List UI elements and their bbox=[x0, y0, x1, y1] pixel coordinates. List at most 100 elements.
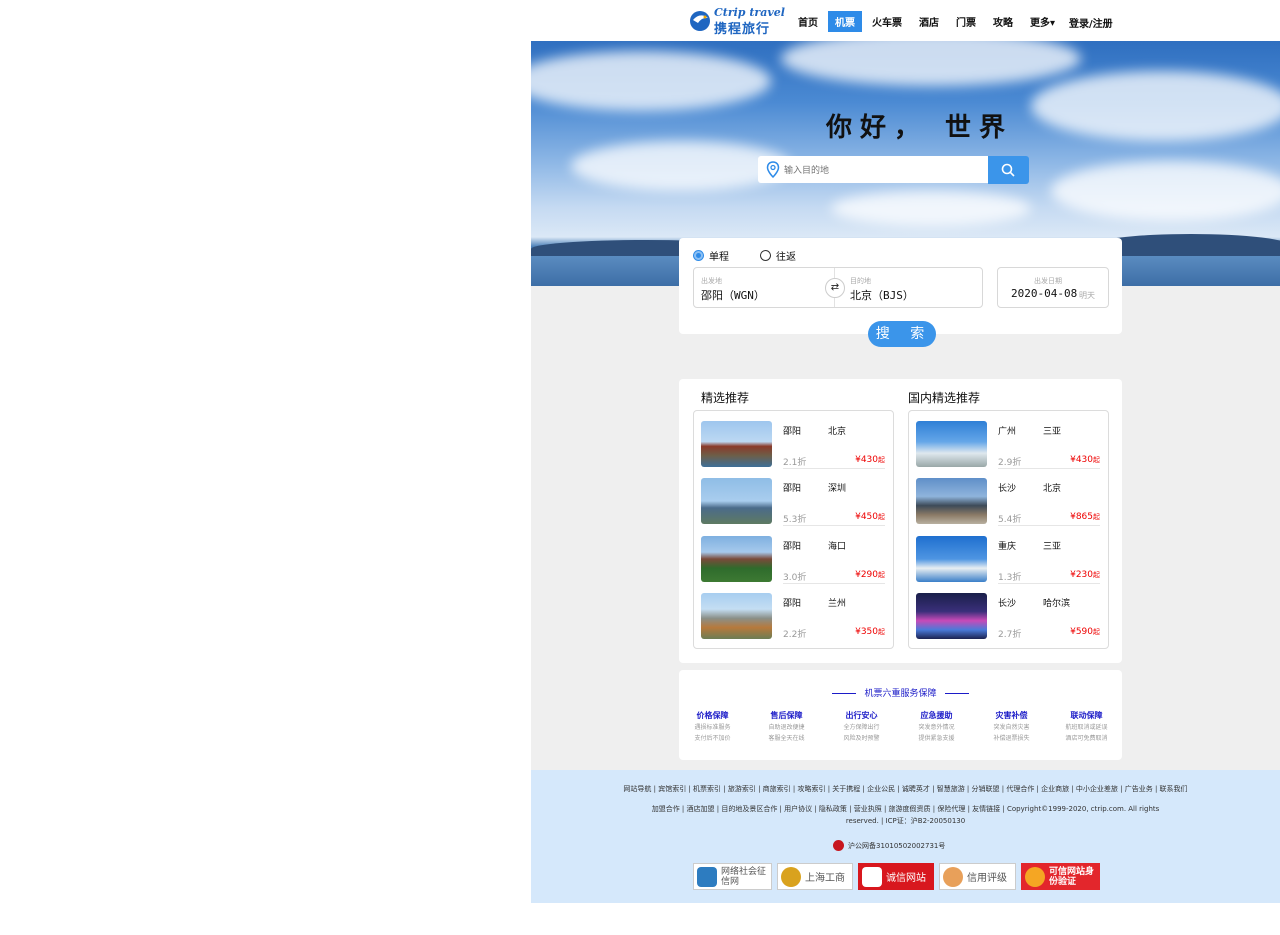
price-suffix: 起 bbox=[878, 513, 885, 521]
price-value: ¥290 bbox=[855, 570, 878, 580]
route-card[interactable]: 邵阳 海口 3.0折 ¥290起 bbox=[694, 526, 893, 584]
service-title: 机票六重服务保障 bbox=[864, 689, 937, 699]
route-price: ¥865起 bbox=[1070, 512, 1100, 522]
service-title-row: 机票六重服务保障 bbox=[679, 686, 1122, 699]
recommendations-panel: 精选推荐 国内精选推荐 邵阳 北京 2.1折 ¥430起 邵阳 深圳 5.3折 … bbox=[679, 379, 1122, 663]
route-to: 深圳 bbox=[828, 484, 847, 494]
route-from: 长沙 bbox=[998, 484, 1017, 494]
route-from: 邵阳 bbox=[783, 599, 802, 609]
round-trip-label: 往返 bbox=[776, 252, 796, 263]
route-card[interactable]: 长沙 北京 5.4折 ¥865起 bbox=[909, 468, 1108, 526]
login-register-link[interactable]: 登录/注册 bbox=[1069, 15, 1113, 30]
verified-site-badge[interactable]: 可信网站身份验证 bbox=[1021, 863, 1100, 890]
domestic-featured-title: 国内精选推荐 bbox=[908, 391, 981, 405]
flight-search-button[interactable]: 搜 索 bbox=[868, 321, 936, 347]
service-item-desc: 航班取消或延误 bbox=[1065, 724, 1108, 731]
shanghai-business-badge[interactable]: 上海工商 bbox=[777, 863, 853, 890]
footer-links-row-2[interactable]: 加盟合作 | 酒店加盟 | 目的地及景区合作 | 用户协议 | 隐私政策 | 营… bbox=[531, 804, 1280, 814]
price-value: ¥865 bbox=[1070, 512, 1093, 522]
route-discount: 2.7折 bbox=[998, 630, 1022, 640]
destination-photo bbox=[701, 478, 772, 524]
route-price: ¥350起 bbox=[855, 627, 885, 637]
route-from: 邵阳 bbox=[783, 542, 802, 552]
price-value: ¥350 bbox=[855, 627, 878, 637]
title-line-left bbox=[832, 693, 857, 694]
trusted-site-badge[interactable]: 诚信网站 bbox=[858, 863, 934, 890]
nav-tickets[interactable]: 门票 bbox=[949, 11, 983, 32]
price-value: ¥450 bbox=[855, 512, 878, 522]
nav-home[interactable]: 首页 bbox=[791, 11, 825, 32]
route-to: 三亚 bbox=[1043, 427, 1062, 437]
destination-photo bbox=[916, 536, 987, 582]
destination-search bbox=[758, 156, 988, 183]
route-card[interactable]: 邵阳 深圳 5.3折 ¥450起 bbox=[694, 468, 893, 526]
credit-network-badge[interactable]: 网络社会征信网 bbox=[693, 863, 772, 890]
service-item-desc: 支付后不加价 bbox=[694, 735, 731, 742]
nav-trains[interactable]: 火车票 bbox=[865, 11, 909, 32]
destination-photo bbox=[916, 593, 987, 639]
badge-label: 可信网站身份验证 bbox=[1049, 866, 1095, 887]
nav-guides[interactable]: 攻略 bbox=[986, 11, 1020, 32]
destination-search-button[interactable] bbox=[988, 156, 1029, 184]
route-price: ¥450起 bbox=[855, 512, 885, 522]
route-to: 海口 bbox=[828, 542, 847, 552]
emblem-icon bbox=[781, 866, 801, 887]
price-suffix: 起 bbox=[878, 456, 885, 464]
cloud-decoration bbox=[1031, 71, 1280, 141]
service-item: 价格保障 遇损标准服务 支付后不加价 bbox=[675, 710, 750, 743]
destination-input[interactable] bbox=[784, 162, 979, 178]
service-item-desc: 酒店可免费取消 bbox=[1065, 735, 1108, 742]
route-price: ¥290起 bbox=[855, 570, 885, 580]
destination-field[interactable]: 目的地 北京（BJS） bbox=[844, 268, 982, 307]
service-item-title: 价格保障 bbox=[696, 711, 729, 720]
nav-flights[interactable]: 机票 bbox=[828, 10, 862, 32]
route-card[interactable]: 邵阳 兰州 2.2折 ¥350起 bbox=[694, 583, 893, 640]
round-trip-radio[interactable]: 往返 bbox=[760, 248, 796, 263]
route-price: ¥430起 bbox=[1070, 455, 1100, 465]
route-from: 广州 bbox=[998, 427, 1017, 437]
cloud-decoration bbox=[531, 51, 771, 111]
departure-field[interactable]: 出发地 邵阳（WGN） bbox=[694, 268, 834, 307]
xin-icon bbox=[862, 866, 882, 887]
route-card[interactable]: 广州 三亚 2.9折 ¥430起 bbox=[909, 411, 1108, 469]
date-label: 出发日期 bbox=[1034, 277, 1062, 285]
route-card[interactable]: 重庆 三亚 1.3折 ¥230起 bbox=[909, 526, 1108, 584]
featured-title: 精选推荐 bbox=[701, 391, 750, 405]
swap-cities-button[interactable]: ⇄ bbox=[825, 278, 845, 298]
domestic-featured-list: 广州 三亚 2.9折 ¥430起 长沙 北京 5.4折 ¥865起 重庆 三亚 … bbox=[908, 410, 1109, 649]
hero-title: 你好， 世界 bbox=[826, 113, 1014, 143]
site-footer: 网站导航 | 宾馆索引 | 机票索引 | 旅游索引 | 商旅索引 | 攻略索引 … bbox=[531, 770, 1280, 903]
price-value: ¥230 bbox=[1070, 570, 1093, 580]
footer-links-row-1[interactable]: 网站导航 | 宾馆索引 | 机票索引 | 旅游索引 | 商旅索引 | 攻略索引 … bbox=[571, 784, 1240, 794]
swap-arrows-icon: ⇄ bbox=[830, 282, 840, 293]
footer-links-row-3[interactable]: reserved. | ICP证：沪B2-20050130 bbox=[531, 816, 1280, 826]
route-price: ¥230起 bbox=[1070, 570, 1100, 580]
destination-photo bbox=[701, 536, 772, 582]
service-item-title: 售后保障 bbox=[770, 711, 803, 720]
route-to: 北京 bbox=[1043, 484, 1062, 494]
route-card[interactable]: 邵阳 北京 2.1折 ¥430起 bbox=[694, 411, 893, 469]
ctrip-logo[interactable]: Ctrip travel 携程旅行 bbox=[688, 6, 785, 37]
destination-label: 目的地 bbox=[850, 277, 871, 285]
nav-more-dropdown[interactable]: 更多▾ bbox=[1023, 11, 1062, 32]
shield-icon bbox=[697, 866, 717, 887]
cloud-decoration bbox=[831, 191, 1031, 226]
nav-hotels[interactable]: 酒店 bbox=[912, 11, 946, 32]
service-item-desc: 补偿退票损失 bbox=[993, 735, 1030, 742]
service-item-desc: 风险及时预警 bbox=[843, 735, 880, 742]
cloud-decoration bbox=[781, 41, 1081, 86]
departure-date-field[interactable]: 出发日期 2020-04-08 明天 bbox=[997, 267, 1109, 308]
credit-rating-badge[interactable]: 信用评级 bbox=[939, 863, 1016, 890]
route-card[interactable]: 长沙 哈尔滨 2.7折 ¥590起 bbox=[909, 583, 1108, 640]
one-way-radio[interactable]: 单程 bbox=[693, 248, 729, 263]
service-item: 联动保障 航班取消或延误 酒店可免费取消 bbox=[1049, 710, 1124, 743]
route-to: 哈尔滨 bbox=[1043, 599, 1071, 609]
price-suffix: 起 bbox=[1093, 628, 1100, 636]
departure-value: 邵阳（WGN） bbox=[701, 289, 765, 302]
route-discount: 2.1折 bbox=[783, 458, 807, 468]
service-item: 应急援助 突发意外情况 提供紧急支援 bbox=[899, 710, 974, 743]
service-item: 出行安心 全方保障出行 风险及时预警 bbox=[824, 710, 899, 743]
police-record-text[interactable]: 沪公网备31010502002731号 bbox=[848, 841, 945, 851]
route-to: 兰州 bbox=[828, 599, 847, 609]
police-badge-icon bbox=[833, 840, 844, 851]
